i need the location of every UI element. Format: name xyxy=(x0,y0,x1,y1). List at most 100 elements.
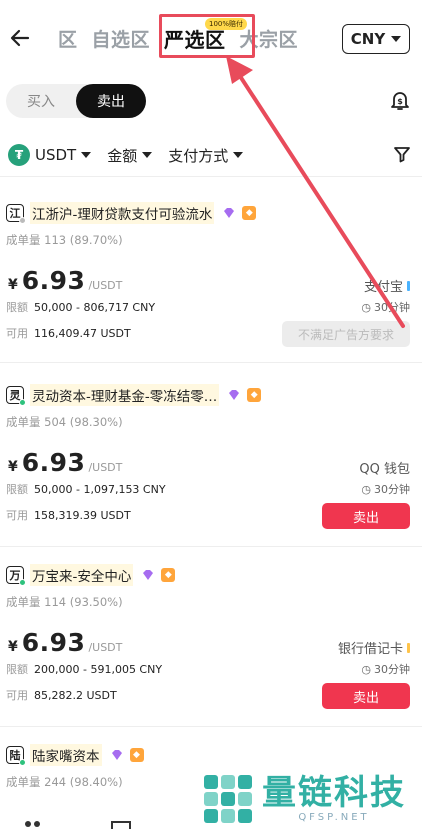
home-icon[interactable] xyxy=(20,818,46,829)
currency-symbol: ¥ xyxy=(8,459,18,475)
coin-label: USDT xyxy=(35,146,77,164)
volume-value: 504 (98.30%) xyxy=(44,415,123,429)
diamond-icon xyxy=(224,208,235,218)
watermark: 量链科技 QFSP.NET xyxy=(200,768,422,829)
diamond-icon xyxy=(143,570,154,580)
back-arrow-icon[interactable] xyxy=(8,26,32,50)
divider xyxy=(0,546,422,547)
online-status-dot xyxy=(19,399,26,406)
payment-color-bar xyxy=(407,642,410,653)
filter-funnel-icon[interactable] xyxy=(392,144,412,164)
payment-block: 银行借记卡 ◷ 30分钟 卖出 xyxy=(322,638,410,709)
volume-value: 244 (98.40%) xyxy=(44,775,123,789)
avatar[interactable]: 陆 xyxy=(6,746,26,766)
clock-icon: ◷ xyxy=(361,662,371,676)
sell-button[interactable]: 卖出 xyxy=(322,503,410,529)
chevron-down-icon xyxy=(233,152,244,158)
clock-icon: ◷ xyxy=(361,482,371,496)
payment-method: QQ 钱包 xyxy=(322,458,410,477)
payment-label: 支付方式 xyxy=(168,146,229,165)
guarantee-badge: 100%赔付 xyxy=(205,18,248,30)
usdt-icon: ₮ xyxy=(8,144,30,166)
time-label: 30分钟 xyxy=(374,483,410,496)
payment-method: 支付宝 xyxy=(282,276,410,295)
price: 6.93 xyxy=(21,448,86,477)
sell-tab[interactable]: 卖出 xyxy=(76,84,146,118)
sell-button[interactable]: 卖出 xyxy=(322,683,410,709)
price-unit: /USDT xyxy=(88,461,123,474)
tab-watchlist[interactable]: 自选区 xyxy=(92,25,151,52)
available-value: 116,409.47 USDT xyxy=(34,327,131,340)
time-label: 30分钟 xyxy=(374,301,410,314)
amount-filter[interactable]: 金额 xyxy=(107,145,153,166)
volume-label: 成单量 xyxy=(6,775,41,789)
clock-icon: ◷ xyxy=(361,300,371,314)
shield-icon: ◆ xyxy=(161,568,176,582)
volume-value: 114 (93.50%) xyxy=(44,595,123,609)
shield-icon: ◆ xyxy=(129,748,144,762)
available-value: 158,319.39 USDT xyxy=(34,509,131,522)
ineligible-button[interactable]: 不满足广告方要求 xyxy=(282,321,410,347)
order-volume: 成单量 114 (93.50%) xyxy=(0,594,422,610)
diamond-icon xyxy=(111,750,122,760)
payment-filter[interactable]: 支付方式 xyxy=(168,145,244,166)
price-unit: /USDT xyxy=(88,641,123,654)
available-label: 可用 xyxy=(6,689,28,702)
buy-sell-toggle: 买入 卖出 xyxy=(6,84,146,118)
offline-status-dot xyxy=(19,217,26,224)
shield-icon: ◆ xyxy=(242,206,257,220)
currency-select[interactable]: CNY xyxy=(342,24,410,54)
available-value: 85,282.2 USDT xyxy=(34,689,117,702)
limit-label: 限额 xyxy=(6,301,28,314)
filter-bar: ₮ USDT 金额 支付方式 xyxy=(8,142,414,168)
limit-label: 限额 xyxy=(6,483,28,496)
divider xyxy=(0,362,422,363)
merchant-name[interactable]: 灵动资本-理财基金-零冻结零… xyxy=(30,384,220,406)
amount-label: 金额 xyxy=(107,146,138,165)
available-label: 可用 xyxy=(6,509,28,522)
payment-method: 银行借记卡 xyxy=(322,638,410,657)
coin-filter[interactable]: ₮ USDT xyxy=(8,144,92,166)
payment-label: QQ 钱包 xyxy=(359,462,410,477)
price: 6.93 xyxy=(21,266,86,295)
chevron-down-icon xyxy=(142,152,153,158)
payment-label: 银行借记卡 xyxy=(337,642,403,657)
volume-label: 成单量 xyxy=(6,595,41,609)
tab-partial[interactable]: 区 xyxy=(58,25,78,52)
price-unit: /USDT xyxy=(88,279,123,292)
divider xyxy=(0,176,422,177)
market-icon[interactable] xyxy=(110,820,132,829)
chevron-down-icon xyxy=(391,36,402,42)
merchant-name[interactable]: 江浙沪-理财贷款支付可验流水 xyxy=(30,202,215,224)
avatar[interactable]: 万 xyxy=(6,566,26,586)
svg-text:$: $ xyxy=(397,97,403,106)
payment-block: 支付宝 ◷ 30分钟 不满足广告方要求 xyxy=(282,276,410,347)
buy-tab[interactable]: 买入 xyxy=(6,84,76,118)
listing-card: 灵 灵动资本-理财基金-零冻结零… ◆ 成单量 504 (98.30%) ¥ 6… xyxy=(0,384,422,529)
payment-label: 支付宝 xyxy=(363,280,403,295)
online-status-dot xyxy=(19,579,26,586)
watermark-logo-icon xyxy=(204,774,252,823)
price: 6.93 xyxy=(21,628,86,657)
merchant-name[interactable]: 万宝来-安全中心 xyxy=(30,564,134,586)
avatar[interactable]: 灵 xyxy=(6,386,26,406)
volume-value: 113 (89.70%) xyxy=(44,233,123,247)
shield-icon: ◆ xyxy=(247,388,262,402)
merchant-name[interactable]: 陆家嘴资本 xyxy=(30,744,102,766)
time-limit: ◷ 30分钟 xyxy=(322,661,410,677)
order-volume: 成单量 504 (98.30%) xyxy=(0,414,422,430)
online-status-dot xyxy=(19,759,26,766)
listing-card: 江 江浙沪-理财贷款支付可验流水 ◆ 成单量 113 (89.70%) ¥ 6.… xyxy=(0,202,422,347)
time-limit: ◷ 30分钟 xyxy=(282,299,410,315)
volume-label: 成单量 xyxy=(6,415,41,429)
top-bar: 区 自选区 严选区 大宗区 100%赔付 CNY xyxy=(0,0,422,78)
limit-value: 50,000 - 1,097,153 CNY xyxy=(34,483,166,496)
notification-bell-icon[interactable]: $ xyxy=(388,88,412,112)
limit-label: 限额 xyxy=(6,663,28,676)
watermark-url: QFSP.NET xyxy=(298,812,370,823)
limit-value: 200,000 - 591,005 CNY xyxy=(34,663,163,676)
currency-symbol: ¥ xyxy=(8,277,18,293)
watermark-text: 量链科技 xyxy=(262,773,406,813)
avatar[interactable]: 江 xyxy=(6,204,26,224)
volume-label: 成单量 xyxy=(6,233,41,247)
